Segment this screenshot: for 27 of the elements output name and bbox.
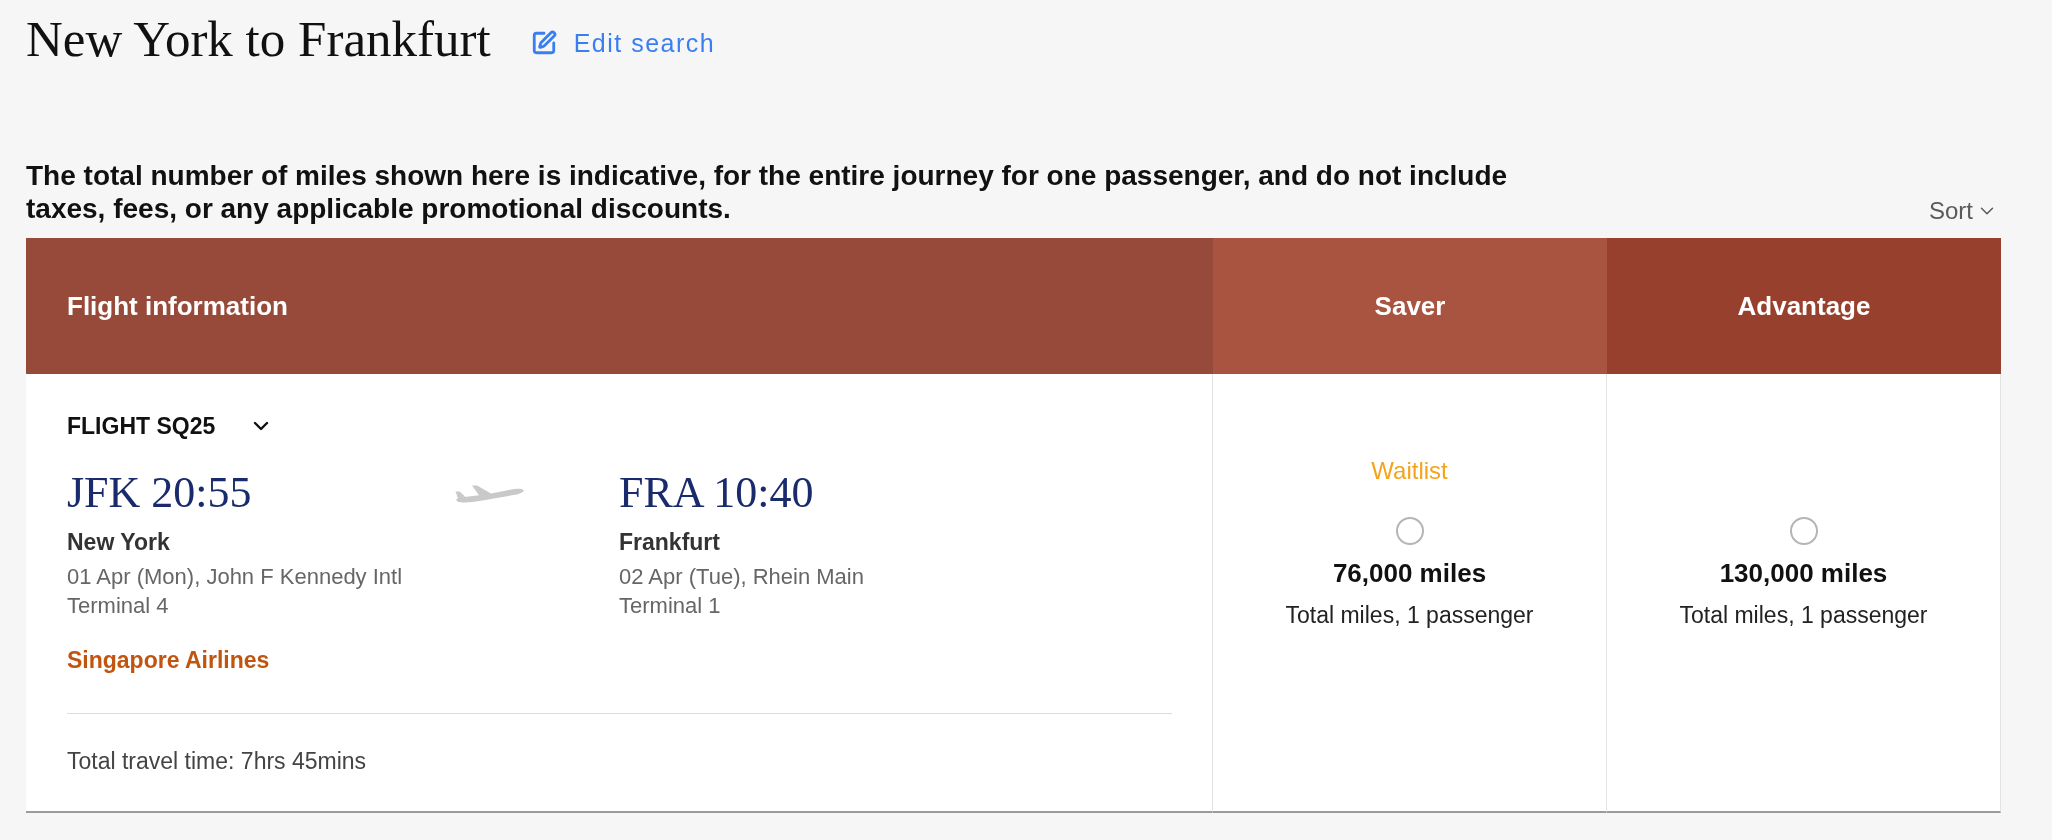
arrival-terminal: Terminal 1 [619, 592, 722, 620]
miles-note: Total miles, 1 passenger [1679, 601, 1928, 630]
disclaimer-text: The total number of miles shown here is indicative, for the entire journey for one passenger, and do not include taxes, fees, or any applicable promotional discounts. [26, 159, 1509, 225]
edit-icon [530, 30, 557, 56]
radio-button[interactable] [1395, 517, 1424, 545]
airplane-icon [455, 483, 524, 504]
column-header: Advantage [1607, 238, 2001, 374]
departure-city: New York [67, 528, 171, 557]
fare-status: Waitlist [1371, 456, 1448, 486]
departure-date-airport: 01 Apr (Mon), John F Kennedy Intl [67, 563, 404, 591]
page-title: New York to Frankfurt [26, 13, 491, 65]
miles-amount: 130,000 miles [1719, 557, 1888, 589]
column-header: Saver [1213, 238, 1607, 374]
airline-name: Singapore Airlines [67, 646, 270, 675]
departure-terminal: Terminal 4 [67, 592, 170, 620]
miles-note: Total miles, 1 passenger [1285, 601, 1534, 630]
departure-time: JFK 20:55 [67, 469, 253, 517]
radio-button[interactable] [1789, 517, 1818, 545]
arrival-date-airport: 02 Apr (Tue), Rhein Main [619, 563, 865, 591]
sort-button[interactable]: Sort [1929, 197, 1998, 225]
travel-time-text: Total travel time: 7hrs 45mins [67, 747, 367, 776]
arrival-city: Frankfurt [619, 528, 721, 557]
arrival-time: FRA 10:40 [619, 469, 815, 517]
edit-search-link[interactable]: Edit search [530, 28, 716, 58]
column-header: Flight information [26, 238, 1213, 374]
flight-number-button[interactable]: FLIGHT SQ25 [67, 412, 274, 440]
miles-amount: 76,000 miles [1332, 557, 1487, 589]
